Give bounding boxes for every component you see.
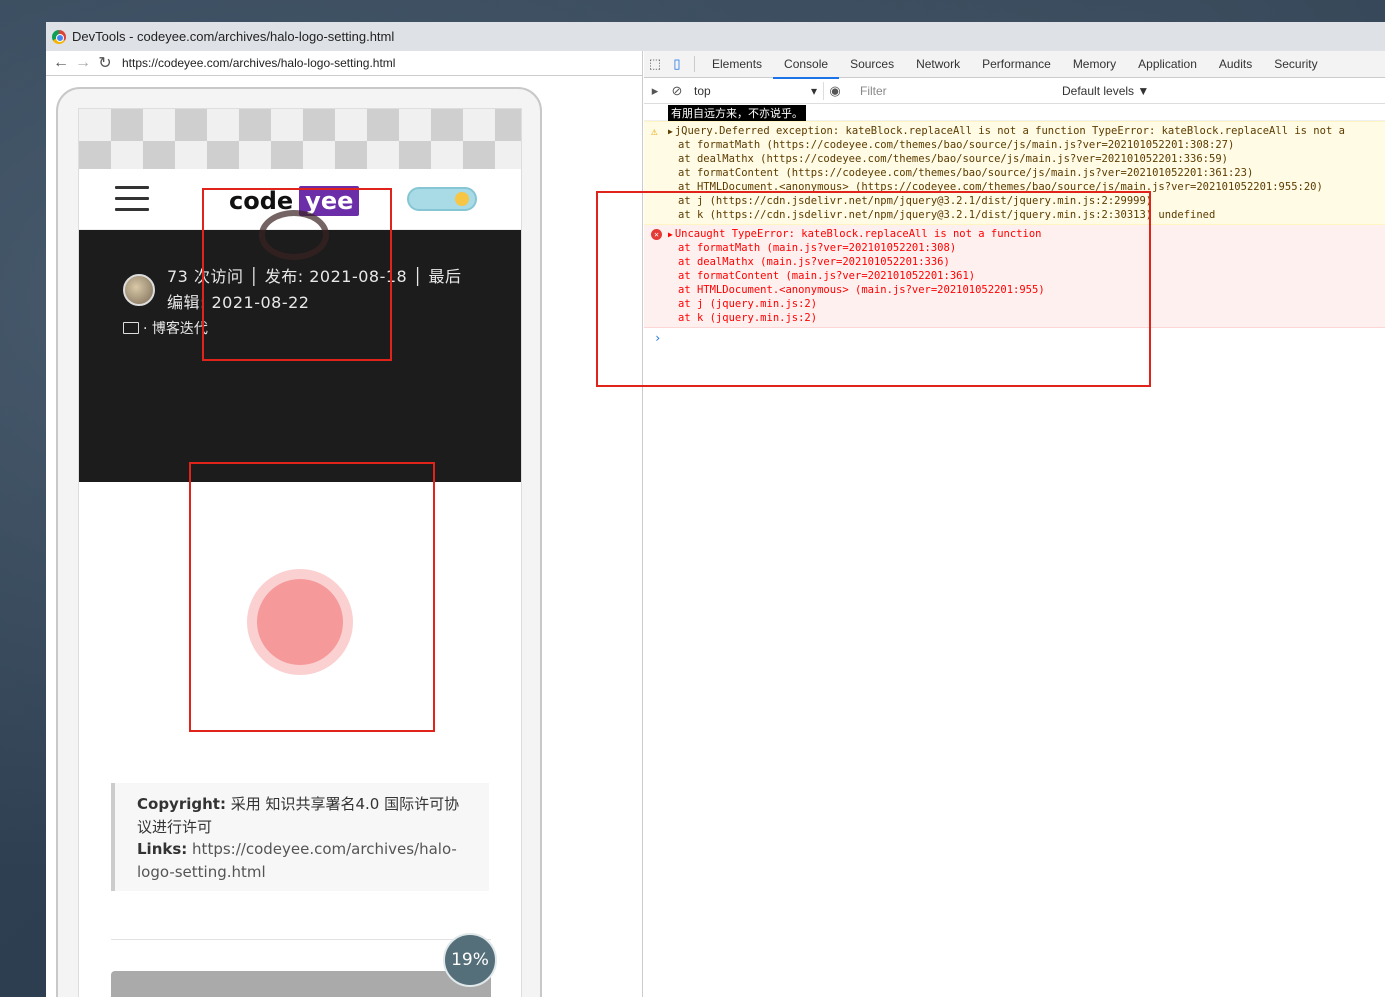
stack-line[interactable]: at formatContent (main.js?ver=2021010522… xyxy=(644,269,1385,283)
stack-line[interactable]: at formatMath (https://codeyee.com/theme… xyxy=(644,138,1385,152)
warning-icon: ⚠ xyxy=(651,125,658,138)
loading-spinner xyxy=(247,569,353,675)
error-icon: ✕ xyxy=(651,229,662,240)
stack-line[interactable]: at formatMath (main.js?ver=202101052201:… xyxy=(644,241,1385,255)
inspect-element-icon[interactable]: ⬚ xyxy=(644,53,666,75)
console-prompt[interactable]: › xyxy=(644,328,1385,348)
tab-network[interactable]: Network xyxy=(905,51,971,78)
chevron-down-icon: ▾ xyxy=(810,83,817,98)
devtools-tabbar: ⬚ ▯ Elements Console Sources Network Per… xyxy=(644,51,1385,79)
stack-line[interactable]: at HTMLDocument.<anonymous> (main.js?ver… xyxy=(644,283,1385,297)
divider xyxy=(111,939,491,940)
context-value: top xyxy=(694,83,711,98)
error-line: ▶ Uncaught TypeError: kateBlock.replaceAl… xyxy=(644,227,1385,241)
warning-line: ▶ jQuery.Deferred exception: kateBlock.re… xyxy=(644,124,1385,138)
console-warning[interactable]: ⚠ ▶ jQuery.Deferred exception: kateBlock.… xyxy=(644,121,1385,225)
warning-message: jQuery.Deferred exception: kateBlock.rep… xyxy=(674,125,1345,137)
context-selector[interactable]: top ▾ xyxy=(688,81,824,100)
stack-line[interactable]: at formatContent (https://codeyee.com/th… xyxy=(644,166,1385,180)
stack-line[interactable]: at j (jquery.min.js:2) xyxy=(644,297,1385,311)
back-arrow-icon[interactable]: ← xyxy=(50,54,72,72)
post-hero: 73 次访问 │ 发布: 2021-08-18 │ 最后 编辑: 2021-08… xyxy=(79,210,521,482)
error-message: Uncaught TypeError: kateBlock.replaceAll… xyxy=(674,228,1042,240)
read-progress-badge[interactable]: 19% xyxy=(443,933,497,987)
stack-line[interactable]: at j (https://cdn.jsdelivr.net/npm/jquer… xyxy=(644,194,1385,208)
stack-line[interactable]: at dealMathx (https://codeyee.com/themes… xyxy=(644,152,1385,166)
eye-icon[interactable]: ◉ xyxy=(824,80,846,102)
transparent-checker-banner xyxy=(79,109,521,169)
devtools-window: DevTools - codeyee.com/archives/halo-log… xyxy=(46,22,1385,997)
folder-icon xyxy=(123,322,139,334)
hamburger-menu-icon[interactable] xyxy=(115,186,149,212)
stack-line[interactable]: at k (https://cdn.jsdelivr.net/npm/jquer… xyxy=(644,208,1385,222)
highlighted-text: 有朋自远方来，不亦说乎。 xyxy=(668,104,806,121)
stack-line[interactable]: at dealMathx (main.js?ver=202101052201:3… xyxy=(644,255,1385,269)
tab-sources[interactable]: Sources xyxy=(839,51,905,78)
post-nav-bar[interactable] xyxy=(111,971,491,997)
tab-elements[interactable]: Elements xyxy=(701,51,773,78)
chrome-icon xyxy=(52,29,66,44)
stack-line[interactable]: at k (jquery.min.js:2) xyxy=(644,311,1385,325)
console-toolbar: ▸ ⊘ top ▾ ◉ Filter Default levels ▼ xyxy=(644,78,1385,104)
clear-console-icon[interactable]: ⊘ xyxy=(666,80,688,102)
console-output: 有朋自远方来，不亦说乎。 ⚠ ▶ jQuery.Deferred exceptio… xyxy=(644,104,1385,348)
tab-performance[interactable]: Performance xyxy=(971,51,1062,78)
tab-console[interactable]: Console xyxy=(773,51,840,79)
post-category[interactable]: · 博客迭代 xyxy=(123,318,208,338)
sidebar-toggle-icon[interactable]: ▸ xyxy=(644,80,666,102)
copyright-box: Copyright: 采用 知识共享署名4.0 国际许可协议进行许可 Links… xyxy=(111,783,489,891)
device-preview-pane: ← → ↻ https://codeyee.com/archives/halo-… xyxy=(46,51,643,997)
forward-arrow-icon[interactable]: → xyxy=(72,54,94,72)
stack-line[interactable]: at HTMLDocument.<anonymous> (https://cod… xyxy=(644,180,1385,194)
expand-triangle-icon[interactable]: ▶ xyxy=(668,230,673,239)
category-label: · 博客迭代 xyxy=(143,321,208,337)
console-log-entry: 有朋自远方来，不亦说乎。 xyxy=(644,104,1385,121)
devtools-panel: ⬚ ▯ Elements Console Sources Network Per… xyxy=(644,51,1385,997)
ghost-loader-ring xyxy=(259,210,329,260)
meta-line-1: 73 次访问 │ 发布: 2021-08-18 │ 最后 xyxy=(167,267,462,286)
title-bar: DevTools - codeyee.com/archives/halo-log… xyxy=(46,22,1385,51)
window-title: DevTools - codeyee.com/archives/halo-log… xyxy=(72,29,395,44)
address-bar[interactable]: ← → ↻ https://codeyee.com/archives/halo-… xyxy=(46,51,642,76)
url-text[interactable]: https://codeyee.com/archives/halo-logo-s… xyxy=(122,56,395,70)
avatar[interactable] xyxy=(123,274,155,306)
tab-security[interactable]: Security xyxy=(1263,51,1328,78)
meta-line-2: 编辑: 2021-08-22 xyxy=(167,293,310,312)
filter-input[interactable]: Filter xyxy=(854,81,1054,100)
copyright-label: Copyright: xyxy=(137,795,226,813)
tab-audits[interactable]: Audits xyxy=(1208,51,1263,78)
console-error[interactable]: ✕ ▶ Uncaught TypeError: kateBlock.replace… xyxy=(644,225,1385,328)
device-toolbar-icon[interactable]: ▯ xyxy=(666,53,688,75)
tab-application[interactable]: Application xyxy=(1127,51,1208,78)
links-label: Links: xyxy=(137,840,188,858)
log-levels-dropdown[interactable]: Default levels ▼ xyxy=(1062,84,1149,98)
tab-memory[interactable]: Memory xyxy=(1062,51,1127,78)
reload-icon[interactable]: ↻ xyxy=(94,53,116,73)
post-meta: 73 次访问 │ 发布: 2021-08-18 │ 最后 编辑: 2021-08… xyxy=(167,264,487,316)
separator xyxy=(694,56,695,72)
phone-frame: code yee 73 次访问 │ 发布: 2021-08-18 │ 最后 编辑… xyxy=(56,87,542,997)
theme-toggle[interactable] xyxy=(407,187,477,211)
phone-screen: code yee 73 次访问 │ 发布: 2021-08-18 │ 最后 编辑… xyxy=(78,108,522,997)
expand-triangle-icon[interactable]: ▶ xyxy=(668,127,673,136)
